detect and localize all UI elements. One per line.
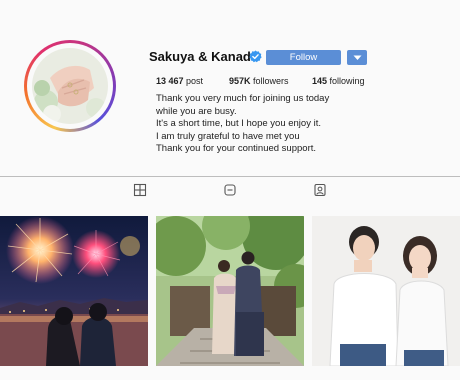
profile-bio: Thank you very much for joining us today…	[156, 93, 446, 156]
kimono-couple-photo	[156, 216, 304, 366]
bio-line: while you are busy.	[156, 105, 237, 117]
tab-reels[interactable]	[223, 183, 237, 197]
followers-count[interactable]: 957K followers	[229, 76, 289, 86]
post-thumbnail-white-shirt-couple[interactable]	[312, 216, 460, 366]
bio-line: Thank you very much for joining us today	[156, 93, 330, 104]
more-options-button[interactable]	[347, 50, 367, 65]
bio-line: Thank you for your continued support.	[156, 143, 317, 155]
grid-icon	[133, 183, 147, 197]
avatar-border	[27, 43, 113, 129]
avatar-photo	[32, 48, 108, 124]
bio-line: It's a short time, but I hope you enjoy …	[156, 118, 321, 130]
post-thumbnail-kimono-couple[interactable]	[156, 216, 304, 366]
followers-count-label: followers	[253, 76, 289, 86]
posts-count-label: post	[186, 76, 204, 86]
chevron-down-icon	[353, 55, 361, 60]
bio-line: I am truly grateful to have met you	[156, 130, 300, 142]
tagged-icon	[314, 183, 326, 197]
followers-count-value: 957K	[229, 76, 251, 86]
reels-icon	[224, 184, 236, 196]
posts-count: 13 467 post	[156, 76, 203, 86]
following-count-label: following	[329, 76, 365, 86]
avatar[interactable]	[24, 40, 116, 132]
verified-badge-icon	[249, 50, 262, 63]
follow-button[interactable]: Follow	[266, 50, 341, 65]
post-thumbnail-fireworks[interactable]	[0, 216, 148, 366]
fireworks-photo	[0, 216, 148, 366]
tab-posts-grid[interactable]	[133, 183, 147, 197]
white-shirt-couple-photo	[312, 216, 460, 366]
tab-tagged[interactable]	[313, 183, 327, 197]
section-divider	[0, 176, 460, 177]
posts-count-value: 13 467	[156, 76, 184, 86]
profile-username: Sakuya & Kanade	[149, 49, 259, 64]
following-count-value: 145	[312, 76, 328, 86]
following-count[interactable]: 145 following	[312, 76, 365, 86]
